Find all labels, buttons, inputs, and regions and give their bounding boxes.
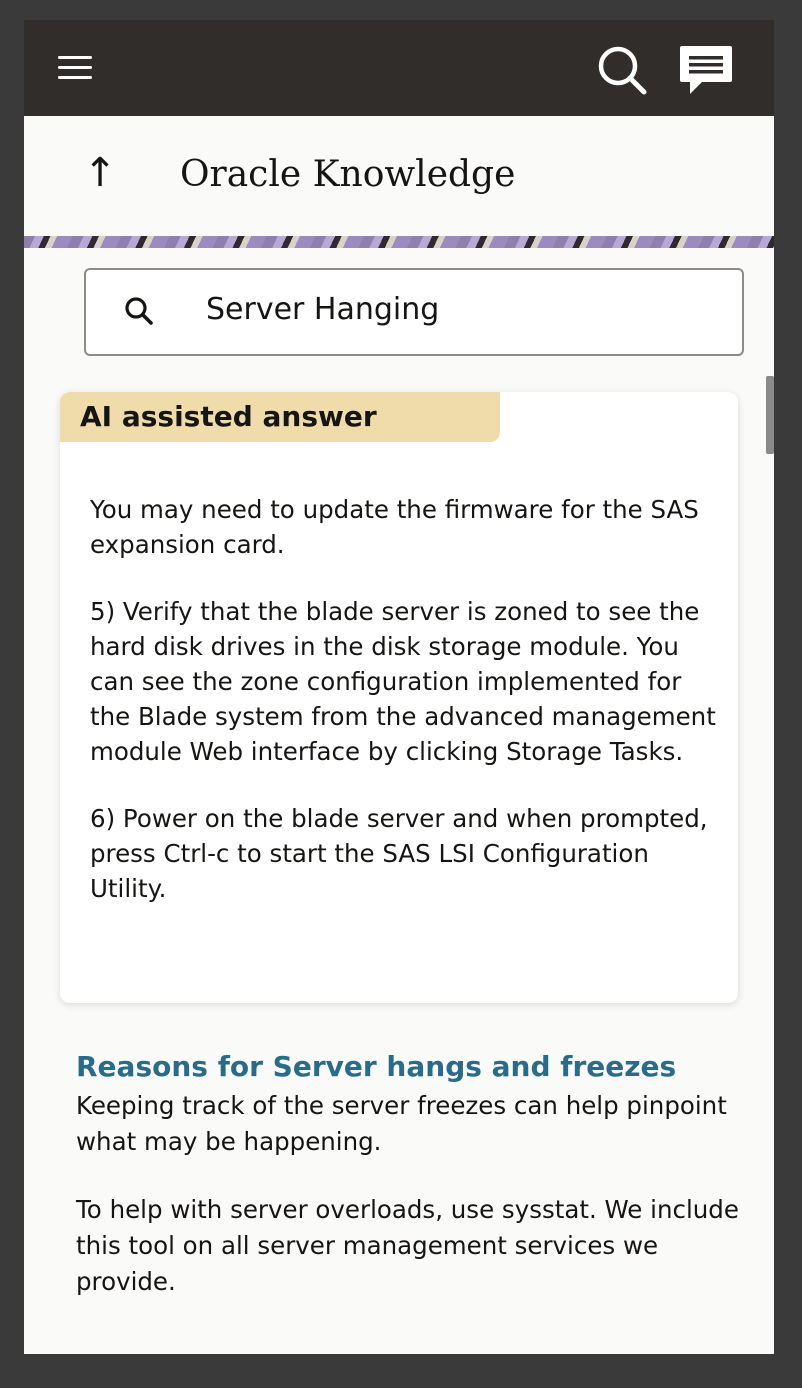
up-arrow-icon: ↑ [83, 150, 117, 196]
search-button[interactable] [596, 44, 648, 96]
decorative-banner [24, 236, 774, 248]
ai-answer-badge-label: AI assisted answer [80, 400, 377, 433]
search-icon [598, 46, 647, 95]
ai-answer-paragraph: You may need to update the firmware for … [90, 495, 699, 559]
page-title: Oracle Knowledge [180, 154, 516, 195]
ai-answer-paragraph: 5) Verify that the blade server is zoned… [90, 597, 716, 766]
ai-answer-body: You may need to update the firmware for … [90, 492, 720, 938]
search-query-text: Server Hanging [206, 292, 440, 327]
hamburger-icon-line [58, 76, 92, 79]
top-navigation-bar [24, 20, 774, 116]
page-header: ↑ Oracle Knowledge [24, 116, 774, 236]
search-input[interactable]: Server Hanging [84, 268, 744, 356]
ai-answer-card: AI assisted answer You may need to updat… [60, 392, 738, 1003]
result-title-link[interactable]: Reasons for Server hangs and freezes [76, 1046, 746, 1088]
result-paragraph: To help with server overloads, use sysst… [76, 1195, 739, 1296]
search-result: Reasons for Server hangs and freezes Kee… [76, 1046, 746, 1332]
chat-button[interactable] [678, 44, 734, 98]
ai-answer-badge: AI assisted answer [60, 392, 500, 442]
hamburger-icon-line [58, 56, 92, 59]
chat-icon [680, 46, 732, 94]
result-paragraph: Keeping track of the server freezes can … [76, 1091, 727, 1156]
search-icon [125, 297, 153, 325]
app-screen: ↑ Oracle Knowledge Server Hanging AI ass… [24, 20, 774, 1354]
back-button[interactable]: ↑ [82, 148, 118, 198]
ai-answer-paragraph: 6) Power on the blade server and when pr… [90, 804, 708, 903]
hamburger-icon-line [58, 66, 92, 69]
menu-button[interactable] [58, 54, 94, 82]
scrollbar-thumb[interactable] [766, 376, 774, 454]
